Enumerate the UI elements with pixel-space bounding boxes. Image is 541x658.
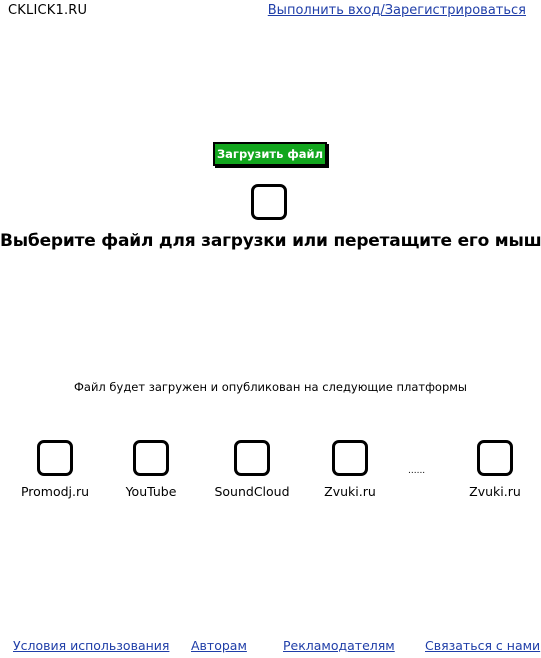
platform-label: Promodj.ru (20, 484, 90, 499)
platform-zvuki: Zvuki.ru (300, 440, 400, 499)
platform-checkbox[interactable] (332, 440, 368, 476)
upload-drop-checkbox[interactable] (251, 184, 287, 220)
page: CKLICK1.RU Выполнить вход/Зарегистрирова… (0, 0, 541, 658)
platform-promodj: Promodj.ru (5, 440, 105, 499)
footer-link-authors[interactable]: Авторам (191, 638, 247, 653)
upload-file-button[interactable]: Загрузить файл (213, 142, 327, 166)
platform-checkbox[interactable] (234, 440, 270, 476)
site-logo[interactable]: CKLICK1.RU (8, 3, 87, 18)
upload-headline: Выберите файл для загрузки или перетащит… (0, 231, 541, 251)
platform-label: Zvuki.ru (469, 484, 521, 499)
login-register-link[interactable]: Выполнить вход/Зарегистрироваться (268, 3, 526, 18)
more-platforms-ellipsis: ...... (408, 466, 426, 476)
platform-label: SoundCloud (214, 484, 290, 499)
platform-soundcloud: SoundCloud (202, 440, 302, 499)
platform-label: Zvuki.ru (324, 484, 376, 499)
platform-zvuki-2: Zvuki.ru (445, 440, 541, 499)
footer-link-contact[interactable]: Связаться с нами (425, 638, 540, 653)
platform-checkbox[interactable] (37, 440, 73, 476)
platform-label: YouTube (125, 484, 177, 499)
footer-link-terms[interactable]: Условия использования (13, 638, 169, 653)
platform-checkbox[interactable] (133, 440, 169, 476)
footer-link-advertisers[interactable]: Рекламодателям (283, 638, 395, 653)
platform-checkbox[interactable] (477, 440, 513, 476)
platforms-note: Файл будет загружен и опубликован на сле… (74, 380, 467, 394)
platform-youtube: YouTube (101, 440, 201, 499)
